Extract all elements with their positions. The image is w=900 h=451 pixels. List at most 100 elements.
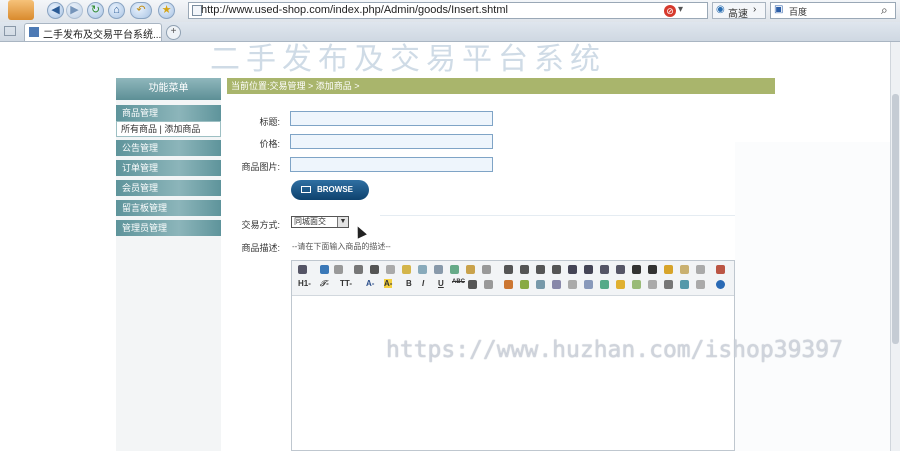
tab-list-icon[interactable]: [4, 26, 16, 36]
search-icon[interactable]: ⌕: [881, 3, 888, 18]
unlink-icon[interactable]: [696, 280, 705, 289]
trade-method-select[interactable]: 同城面交 ▼: [291, 216, 349, 228]
subscript-icon[interactable]: [632, 265, 641, 274]
spellcheck-icon[interactable]: [450, 265, 459, 274]
search-box[interactable]: ▣ 百度 ⌕: [770, 2, 896, 19]
multi-image-icon[interactable]: [520, 280, 529, 289]
watermark-text: https://www.huzhan.com/ishop39397: [386, 337, 843, 363]
source-icon[interactable]: [298, 265, 307, 274]
superscript-icon[interactable]: [648, 265, 657, 274]
media-icon[interactable]: [552, 280, 561, 289]
stop-icon[interactable]: ⊘: [664, 5, 676, 17]
browser-toolbar: ◀ ▶ ↻ ⌂ ↶ ★ http://www.used-shop.com/ind…: [0, 0, 900, 23]
bold-button[interactable]: B: [406, 279, 412, 288]
mouse-pointer-icon: [353, 224, 367, 239]
font-size-button[interactable]: TT-: [340, 279, 352, 288]
price-input[interactable]: [290, 134, 493, 149]
vertical-scrollbar[interactable]: [890, 42, 900, 451]
hr-icon[interactable]: [632, 280, 641, 289]
align-right-icon[interactable]: [536, 265, 545, 274]
editor-content-area[interactable]: [292, 296, 734, 450]
home-icon[interactable]: ⌂: [108, 2, 125, 19]
tab-favicon-icon: [29, 27, 39, 37]
template-icon[interactable]: [466, 265, 475, 274]
sidebar-item-goods[interactable]: 商品管理: [116, 105, 221, 121]
fullscreen-icon[interactable]: [716, 265, 725, 274]
search-engine-icon: ▣: [774, 4, 784, 15]
description-label: 商品描述:: [241, 243, 280, 253]
user-avatar-icon[interactable]: [8, 0, 34, 20]
undo-icon[interactable]: ↶: [130, 2, 152, 19]
brush-icon[interactable]: [680, 265, 689, 274]
paste-word-icon[interactable]: [418, 265, 427, 274]
image-label: 商品图片:: [241, 162, 280, 172]
address-url[interactable]: http://www.used-shop.com/index.php/Admin…: [201, 4, 508, 16]
indent-icon[interactable]: [600, 265, 609, 274]
anchor-icon[interactable]: [664, 280, 673, 289]
sidebar-item-notice[interactable]: 公告管理: [116, 140, 221, 156]
title-label: 标题:: [259, 117, 280, 127]
italic-button[interactable]: I: [422, 279, 424, 288]
paste-icon[interactable]: [386, 265, 395, 274]
link-icon[interactable]: [680, 280, 689, 289]
clear-format-icon[interactable]: [664, 265, 673, 274]
table-icon[interactable]: [468, 280, 477, 289]
title-input[interactable]: [290, 111, 493, 126]
scrollbar-thumb[interactable]: [892, 94, 899, 344]
font-family-button[interactable]: 𝒯-: [320, 279, 329, 289]
eraser-icon[interactable]: [484, 280, 493, 289]
price-label: 价格:: [259, 139, 280, 149]
code-icon[interactable]: [600, 280, 609, 289]
paste-text-icon[interactable]: [402, 265, 411, 274]
font-color-button[interactable]: A-: [366, 279, 374, 288]
align-left-icon[interactable]: [504, 265, 513, 274]
image-path-input[interactable]: [290, 157, 493, 172]
justify-icon[interactable]: [552, 265, 561, 274]
sidebar-item-messages[interactable]: 留言板管理: [116, 200, 221, 216]
select-icon[interactable]: [696, 265, 705, 274]
bullet-list-icon[interactable]: [584, 265, 593, 274]
tab-active[interactable]: 二手发布及交易平台系统... ×: [24, 23, 162, 41]
new-tab-icon[interactable]: +: [166, 25, 181, 40]
underline-button[interactable]: U: [438, 279, 444, 288]
description-hint: --请在下面输入商品的描述--: [292, 242, 391, 251]
chevron-right-icon: ›: [753, 4, 757, 15]
print-icon[interactable]: [434, 265, 443, 274]
sidebar-item-orders[interactable]: 订单管理: [116, 160, 221, 176]
favorite-star-icon[interactable]: ★: [158, 2, 175, 19]
emoticon-icon[interactable]: [616, 280, 625, 289]
strikethrough-button[interactable]: ABC: [452, 279, 465, 285]
redo-icon[interactable]: [334, 265, 343, 274]
select-all-icon[interactable]: [482, 265, 491, 274]
attachment-icon[interactable]: [568, 280, 577, 289]
heading-button[interactable]: H1-: [298, 279, 311, 288]
ordered-list-icon[interactable]: [568, 265, 577, 274]
highlight-color-button[interactable]: A-: [384, 279, 393, 288]
sidebar-item-members[interactable]: 会员管理: [116, 180, 221, 196]
insert-image-icon[interactable]: [504, 280, 513, 289]
chevron-down-icon: ▼: [337, 217, 348, 227]
sidebar-item-admins[interactable]: 管理员管理: [116, 220, 221, 236]
back-icon[interactable]: ◀: [47, 2, 64, 19]
refresh-icon[interactable]: ↻: [87, 2, 104, 19]
address-bar[interactable]: http://www.used-shop.com/index.php/Admin…: [188, 2, 708, 19]
search-input[interactable]: 百度: [789, 5, 807, 18]
compat-mode-button[interactable]: ◉ 高速 ›: [712, 2, 766, 20]
map-icon[interactable]: [584, 280, 593, 289]
close-icon[interactable]: ×: [147, 26, 153, 37]
flash-icon[interactable]: [536, 280, 545, 289]
sidebar-sub-links[interactable]: 所有商品 | 添加商品: [116, 121, 221, 137]
help-icon[interactable]: [716, 280, 725, 289]
undo-icon[interactable]: [320, 265, 329, 274]
page-viewport: 二手发布及交易平台系统 功能菜单 商品管理 所有商品 | 添加商品 公告管理 订…: [0, 42, 890, 451]
forward-icon[interactable]: ▶: [66, 2, 83, 19]
browse-button[interactable]: BROWSE: [291, 180, 369, 200]
dropdown-arrow-icon[interactable]: ▾: [678, 4, 683, 15]
align-center-icon[interactable]: [520, 265, 529, 274]
globe-icon: ◉: [716, 4, 725, 15]
sidebar-header: 功能菜单: [116, 78, 221, 100]
outdent-icon[interactable]: [616, 265, 625, 274]
pagebreak-icon[interactable]: [648, 280, 657, 289]
cut-icon[interactable]: [354, 265, 363, 274]
copy-icon[interactable]: [370, 265, 379, 274]
